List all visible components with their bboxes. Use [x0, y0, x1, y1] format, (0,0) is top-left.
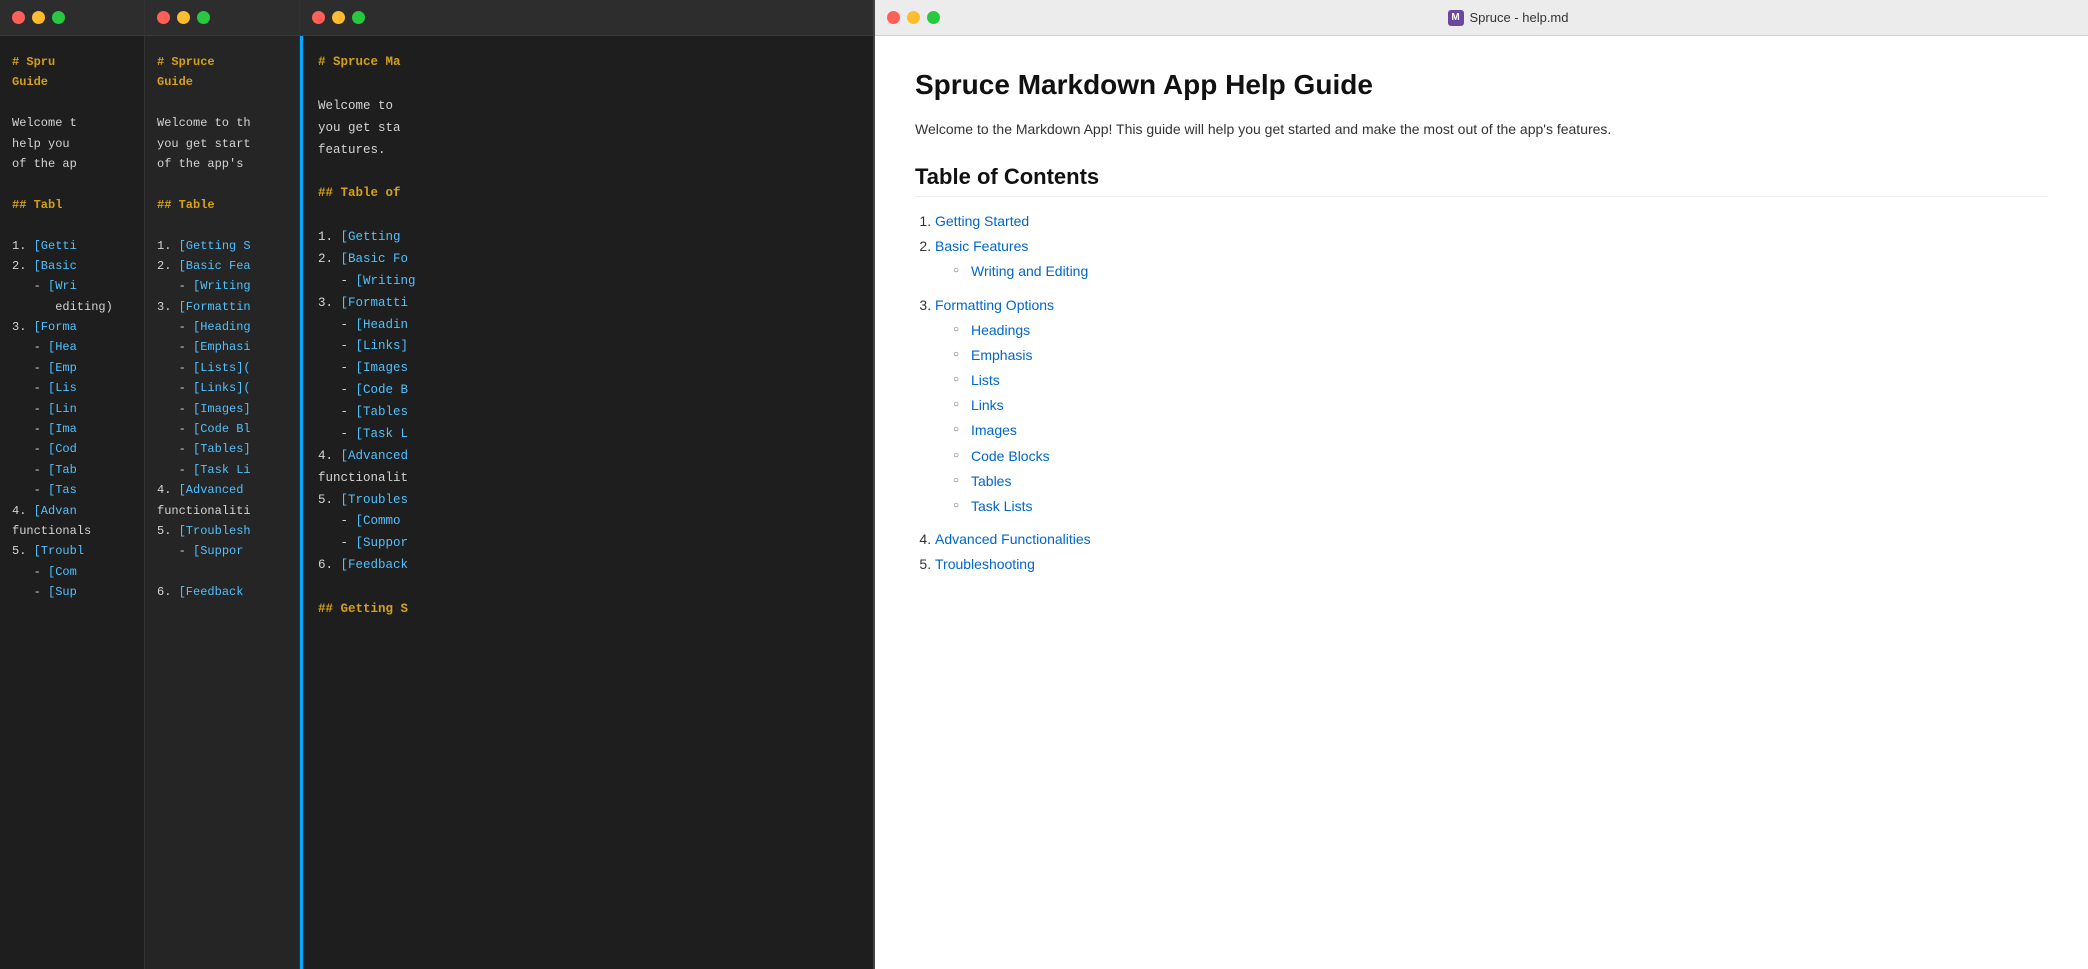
toc-subitem-images: Images: [971, 418, 2048, 443]
title-text: Spruce - help.md: [1470, 10, 1569, 25]
minimize-button-4[interactable]: [907, 11, 920, 24]
editor-content-3[interactable]: # Spruce Ma Welcome to you get sta featu…: [300, 36, 873, 969]
toc-link-code-blocks[interactable]: Code Blocks: [971, 448, 1050, 464]
toc-link-basic-features[interactable]: Basic Features: [935, 238, 1028, 254]
minimize-button-2[interactable]: [177, 11, 190, 24]
close-button-1[interactable]: [12, 11, 25, 24]
maximize-button-3[interactable]: [352, 11, 365, 24]
toc-sublist-2: Writing and Editing: [971, 259, 2048, 284]
close-button-4[interactable]: [887, 11, 900, 24]
close-button-3[interactable]: [312, 11, 325, 24]
traffic-lights-3: [312, 11, 365, 24]
toc-sublist-3: Headings Emphasis Lists Links Images Cod…: [971, 318, 2048, 520]
traffic-lights-4: [887, 11, 940, 24]
window3: # Spruce Ma Welcome to you get sta featu…: [300, 0, 875, 969]
preview-title: Spruce Markdown App Help Guide: [915, 68, 2048, 102]
window1: # Spru Guide Welcome t help you of the a…: [0, 0, 145, 969]
toc-link-images[interactable]: Images: [971, 422, 1017, 438]
preview-toc-heading: Table of Contents: [915, 164, 2048, 197]
toc-subitem-tasklists: Task Lists: [971, 494, 2048, 519]
preview-toc-list: Getting Started Basic Features Writing a…: [935, 209, 2048, 578]
titlebar-1: [0, 0, 144, 36]
main-layout: # Spru Guide Welcome t help you of the a…: [0, 0, 2088, 969]
toc-subitem-lists: Lists: [971, 368, 2048, 393]
toc-subitem-writing: Writing and Editing: [971, 259, 2048, 284]
maximize-button-1[interactable]: [52, 11, 65, 24]
window-title-4: M Spruce - help.md: [940, 10, 2076, 26]
toc-link-tables[interactable]: Tables: [971, 473, 1011, 489]
app-icon: M: [1448, 10, 1464, 26]
toc-subitem-codeblocks: Code Blocks: [971, 444, 2048, 469]
toc-item-5: Troubleshooting: [935, 552, 2048, 577]
maximize-button-4[interactable]: [927, 11, 940, 24]
preview-intro: Welcome to the Markdown App! This guide …: [915, 118, 2048, 140]
toc-link-emphasis[interactable]: Emphasis: [971, 347, 1032, 363]
close-button-2[interactable]: [157, 11, 170, 24]
titlebar-4: M Spruce - help.md: [875, 0, 2088, 36]
toc-link-links[interactable]: Links: [971, 397, 1004, 413]
maximize-button-2[interactable]: [197, 11, 210, 24]
traffic-lights-1: [12, 11, 65, 24]
toc-subitem-links: Links: [971, 393, 2048, 418]
toc-link-formatting[interactable]: Formatting Options: [935, 297, 1054, 313]
heading-line: # Spru: [12, 52, 132, 72]
toc-link-writing[interactable]: Writing and Editing: [971, 263, 1088, 279]
toc-link-advanced[interactable]: Advanced Functionalities: [935, 531, 1091, 547]
preview-content[interactable]: Spruce Markdown App Help Guide Welcome t…: [875, 36, 2088, 969]
editor-content-1: # Spru Guide Welcome t help you of the a…: [0, 36, 144, 969]
window2: # Spruce Guide Welcome to th you get sta…: [145, 0, 300, 969]
toc-subitem-headings: Headings: [971, 318, 2048, 343]
toc-item-3: Formatting Options Headings Emphasis Lis…: [935, 293, 2048, 520]
titlebar-3: [300, 0, 873, 36]
editor-content-2: # Spruce Guide Welcome to th you get sta…: [145, 36, 299, 969]
toc-subitem-tables: Tables: [971, 469, 2048, 494]
titlebar-2: [145, 0, 299, 36]
toc-link-task-lists[interactable]: Task Lists: [971, 498, 1032, 514]
traffic-lights-2: [157, 11, 210, 24]
toc-link-lists[interactable]: Lists: [971, 372, 1000, 388]
accent-line: [300, 36, 303, 969]
window4: M Spruce - help.md Spruce Markdown App H…: [875, 0, 2088, 969]
toc-item-2: Basic Features Writing and Editing: [935, 234, 2048, 284]
minimize-button-1[interactable]: [32, 11, 45, 24]
toc-item-4: Advanced Functionalities: [935, 527, 2048, 552]
heading-line-2: Guide: [12, 72, 132, 92]
toc-link-getting-started[interactable]: Getting Started: [935, 213, 1029, 229]
toc-item-1: Getting Started: [935, 209, 2048, 234]
minimize-button-3[interactable]: [332, 11, 345, 24]
toc-subitem-emphasis: Emphasis: [971, 343, 2048, 368]
toc-link-troubleshooting[interactable]: Troubleshooting: [935, 556, 1035, 572]
toc-link-headings[interactable]: Headings: [971, 322, 1030, 338]
